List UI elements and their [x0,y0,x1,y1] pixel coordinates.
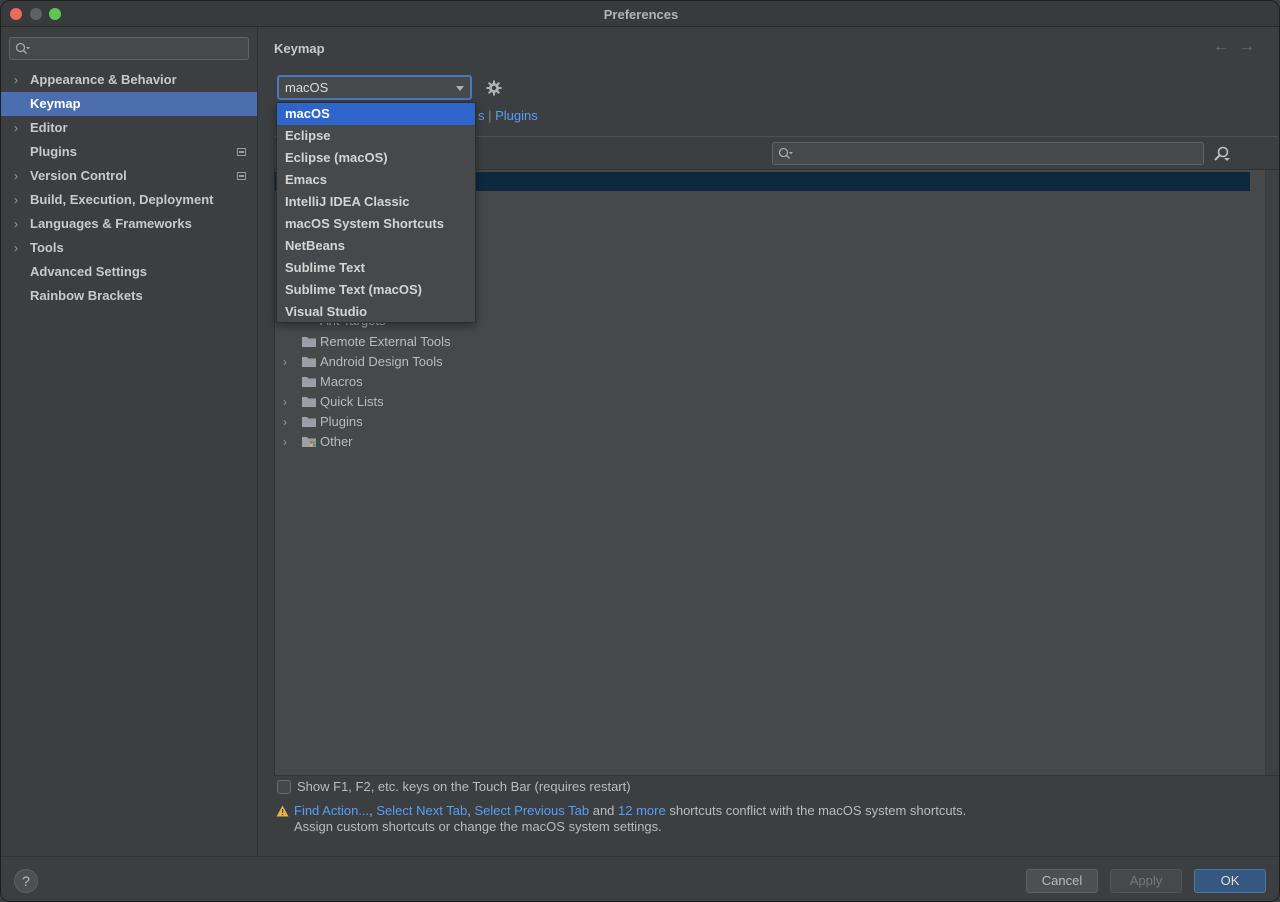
folder-icon [302,377,316,387]
tab-plugins[interactable]: Plugins [495,108,538,123]
sidebar-item-version-control[interactable]: › Version Control [1,164,257,188]
history-arrows: ←→ [1213,38,1265,56]
chevron-down-icon [456,86,464,91]
page-title: Keymap [274,41,325,56]
select-next-tab-link[interactable]: Select Next Tab [376,803,467,818]
sidebar-item-label: Languages & Frameworks [30,216,192,231]
ok-button[interactable]: OK [1194,869,1266,893]
sidebar-item-label: Editor [30,120,68,135]
tab-separator: | [484,108,496,123]
dialog-footer: ? Cancel Apply OK [1,856,1279,901]
action-search-input[interactable] [772,142,1204,165]
chevron-right-icon[interactable]: › [283,412,287,432]
keymap-option[interactable]: Sublime Text (macOS) [277,279,475,301]
gear-icon[interactable] [486,80,502,96]
folder-icon [302,417,316,427]
touchbar-checkbox[interactable] [277,780,291,794]
keymap-option[interactable]: Eclipse [277,125,475,147]
project-settings-icon [237,148,246,156]
keymap-option[interactable]: IntelliJ IDEA Classic [277,191,475,213]
sidebar-item-languages-frameworks[interactable]: › Languages & Frameworks [1,212,257,236]
sidebar-item-label: Build, Execution, Deployment [30,192,214,207]
settings-sidebar: › Appearance & Behavior Keymap › Editor Plugi… [1,27,258,856]
search-icon [15,42,30,54]
chevron-right-icon[interactable]: › [14,188,18,212]
tree-row-label: Remote External Tools [320,334,451,349]
sidebar-item-label: Tools [30,240,64,255]
warning-line-1: Find Action..., Select Next Tab, Select … [294,803,966,819]
project-settings-icon [237,172,246,180]
warning-text: shortcuts conflict with the macOS system… [665,803,967,818]
chevron-right-icon[interactable]: › [283,432,287,452]
chevron-right-icon[interactable]: › [283,392,287,412]
chevron-right-icon[interactable]: › [283,352,287,372]
keymap-option[interactable]: macOS [277,103,475,125]
sidebar-item-appearance-behavior[interactable]: › Appearance & Behavior [1,68,257,92]
sidebar-item-label: Appearance & Behavior [30,72,177,87]
apply-button[interactable]: Apply [1110,869,1182,893]
find-action-link[interactable]: Find Action... [294,803,369,818]
tree-scrollbar[interactable] [1265,170,1279,775]
tree-row[interactable]: › Quick Lists [275,392,1250,412]
tree-row-label: Quick Lists [320,394,384,409]
tree-row[interactable]: Remote External Tools [275,332,1250,352]
sidebar-item-label: Plugins [30,144,77,159]
forward-arrow-icon[interactable]: → [1239,38,1265,55]
settings-nav: › Appearance & Behavior Keymap › Editor Plugi… [1,68,257,308]
sidebar-item-label: Keymap [30,96,81,111]
find-by-shortcut-icon[interactable] [1213,145,1231,163]
select-previous-tab-link[interactable]: Select Previous Tab [474,803,589,818]
warning-line-2: Assign custom shortcuts or change the ma… [294,819,662,834]
sidebar-item-tools[interactable]: › Tools [1,236,257,260]
keymap-option[interactable]: Emacs [277,169,475,191]
keymap-option[interactable]: Eclipse (macOS) [277,147,475,169]
keymap-dropdown-list[interactable]: macOS Eclipse Eclipse (macOS) Emacs IntelliJ… [276,102,476,323]
tree-row-label: Other [320,434,353,449]
sidebar-item-label: Rainbow Brackets [30,288,143,303]
settings-search-input[interactable] [9,37,249,60]
warning-icon [276,805,289,817]
help-button[interactable]: ? [14,869,38,893]
keymap-option[interactable]: macOS System Shortcuts [277,213,475,235]
sidebar-item-rainbow-brackets[interactable]: Rainbow Brackets [1,284,257,308]
sidebar-item-build-execution-deployment[interactable]: › Build, Execution, Deployment [1,188,257,212]
sidebar-item-advanced-settings[interactable]: Advanced Settings [1,260,257,284]
folder-icon [302,337,316,347]
sidebar-item-label: Advanced Settings [30,264,148,279]
warning-text: and [589,803,619,818]
tree-row[interactable]: Macros [275,372,1250,392]
tree-row[interactable]: › Android Design Tools [275,352,1250,372]
more-conflicts-link[interactable]: 12 more [618,803,666,818]
back-arrow-icon[interactable]: ← [1213,38,1239,55]
folder-other-icon [302,437,316,447]
keymap-option[interactable]: Sublime Text [277,257,475,279]
folder-icon [302,357,316,367]
title-bar: Preferences [1,1,1279,27]
keymap-select-value: macOS [285,80,329,95]
keymap-option[interactable]: Visual Studio [277,301,475,323]
cancel-button[interactable]: Cancel [1026,869,1098,893]
tree-row[interactable]: › Plugins [275,412,1250,432]
chevron-right-icon[interactable]: › [14,116,18,140]
keymap-tabs: s | Plugins [478,108,538,123]
sidebar-item-plugins[interactable]: Plugins [1,140,257,164]
folder-icon [302,397,316,407]
chevron-right-icon[interactable]: › [14,212,18,236]
touchbar-label: Show F1, F2, etc. keys on the Touch Bar … [297,779,631,794]
tree-row-label: Android Design Tools [320,354,443,369]
sidebar-item-keymap[interactable]: Keymap [1,92,257,116]
chevron-right-icon[interactable]: › [14,164,18,188]
chevron-right-icon[interactable]: › [14,236,18,260]
tree-row-label: Macros [320,374,363,389]
preferences-window: Preferences › Appearance & Behavior Keymap… [0,0,1280,902]
tree-row[interactable]: › Other [275,432,1250,452]
keymap-option[interactable]: NetBeans [277,235,475,257]
sidebar-item-editor[interactable]: › Editor [1,116,257,140]
keymap-select[interactable]: macOS [277,75,472,100]
sidebar-item-label: Version Control [30,168,127,183]
search-icon [778,147,793,159]
tree-row-label: Plugins [320,414,363,429]
chevron-right-icon[interactable]: › [14,68,18,92]
window-title: Preferences [603,7,679,22]
